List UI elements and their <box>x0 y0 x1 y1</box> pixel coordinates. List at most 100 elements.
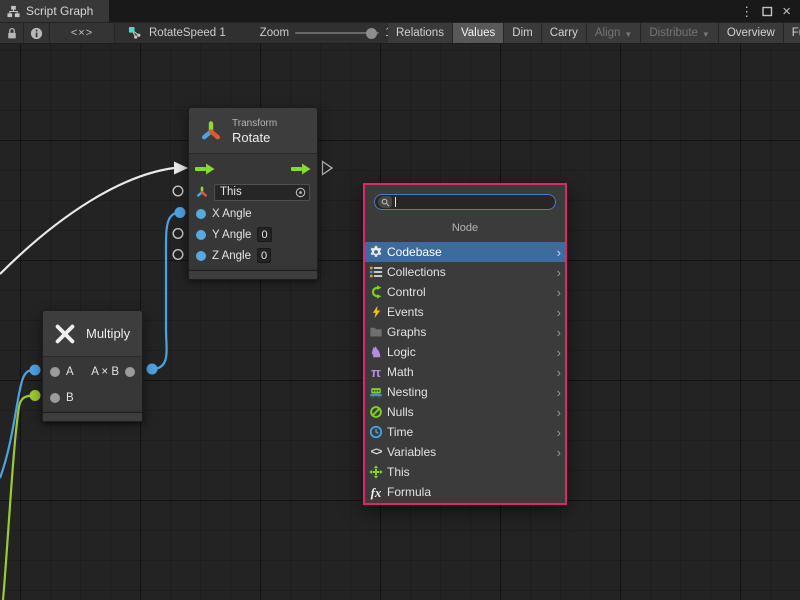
script-graph-icon <box>7 5 20 18</box>
close-icon[interactable]: × <box>782 4 791 19</box>
xangle-type-dot[interactable] <box>196 209 206 219</box>
lock-button[interactable] <box>0 23 24 43</box>
chevron-right-icon: › <box>557 386 561 399</box>
finder-item-events[interactable]: Events› <box>365 302 565 322</box>
code-view-toggle[interactable]: <×> <box>50 23 115 43</box>
multiply-node-header[interactable]: Multiply <box>43 311 142 357</box>
toolbar-button-carry[interactable]: Carry <box>542 23 587 43</box>
finder-item-control[interactable]: Control › <box>365 282 565 302</box>
finder-item-math[interactable]: πMath› <box>365 362 565 382</box>
finder-item-formula[interactable]: fxFormula <box>365 482 565 502</box>
toolbar-button-label: Distribute <box>649 27 698 39</box>
graph-canvas[interactable]: Transform Rotate <box>0 44 800 600</box>
toolbar-button-align[interactable]: Align▼ <box>587 23 642 43</box>
yangle-port-ring[interactable] <box>173 229 183 239</box>
flow-output-triangle[interactable] <box>323 162 333 175</box>
multiply-a-port-connected[interactable] <box>30 365 41 376</box>
xangle-label: X Angle <box>212 208 252 220</box>
toolbar-button-relations[interactable]: Relations <box>388 23 453 43</box>
finder-search-input[interactable] <box>399 196 552 208</box>
rotate-node-header[interactable]: Transform Rotate <box>189 108 317 154</box>
toolbar-button-overview[interactable]: Overview <box>719 23 784 43</box>
zoom-slider-handle[interactable] <box>366 28 377 39</box>
yangle-type-dot[interactable] <box>196 230 206 240</box>
toolbar-button-values[interactable]: Values <box>453 23 504 43</box>
finder-item-nesting[interactable]: Nesting› <box>365 382 565 402</box>
finder-item-label: This <box>387 465 410 479</box>
toolbar-left-group: <×> <box>0 23 115 43</box>
multiply-output-type-dot[interactable] <box>125 367 135 377</box>
transform-mini-icon <box>196 186 208 198</box>
tab-script-graph[interactable]: Script Graph <box>0 0 109 22</box>
transform-axes-icon <box>199 119 223 143</box>
flow-in-arrow-icon[interactable] <box>195 163 215 175</box>
finder-item-collections[interactable]: Collections› <box>365 262 565 282</box>
toolbar-button-distribute[interactable]: Distribute ▼ <box>641 23 719 43</box>
node-multiply[interactable]: Multiply A A × B B <box>42 310 143 418</box>
finder-item-label: Control <box>387 285 426 299</box>
wire-multiply-to-xangle[interactable] <box>152 213 180 370</box>
xangle-port-connected[interactable] <box>175 207 186 218</box>
toolbar-button-dim[interactable]: Dim <box>504 23 541 43</box>
multiply-b-type-dot[interactable] <box>50 393 60 403</box>
chevron-right-icon: › <box>557 326 561 339</box>
unity-visual-scripting-window: Script Graph ⋮ × <box>0 0 800 600</box>
lock-icon <box>6 27 18 40</box>
toolbar-button-label: Dim <box>512 27 532 39</box>
toolbar-button-label: Carry <box>550 27 578 39</box>
finder-search-area <box>365 185 565 210</box>
finder-search-box[interactable] <box>374 194 556 210</box>
finder-item-nulls[interactable]: Nulls› <box>365 402 565 422</box>
toolbar-button-full-screen[interactable]: Full Screen <box>784 23 800 43</box>
multiply-a-type-dot[interactable] <box>50 367 60 377</box>
chevron-right-icon: › <box>557 286 561 299</box>
zoom-control: Zoom 1x <box>260 27 398 39</box>
wire-into-multiply-b[interactable] <box>3 396 35 600</box>
finder-item-graphs[interactable]: Graphs› <box>365 322 565 342</box>
rotate-node-title: Rotate <box>232 130 277 145</box>
rotate-this-row: This <box>189 181 317 203</box>
rotate-input-row-z: Z Angle 0 <box>189 245 317 266</box>
flow-out-arrow-icon[interactable] <box>291 163 311 175</box>
finder-item-variables[interactable]: <>Variables› <box>365 442 565 462</box>
knight-icon: ♞ <box>368 344 384 360</box>
tab-title: Script Graph <box>26 4 93 18</box>
zangle-value-field[interactable]: 0 <box>257 248 271 263</box>
object-picker-icon[interactable] <box>295 187 306 198</box>
finder-item-this[interactable]: This <box>365 462 565 482</box>
search-icon <box>378 196 392 208</box>
gear-icon <box>368 244 384 260</box>
zangle-type-dot[interactable] <box>196 251 206 261</box>
chevron-right-icon: › <box>557 446 561 459</box>
lightning-icon <box>368 304 384 320</box>
chevron-right-icon: › <box>557 266 561 279</box>
finder-item-codebase[interactable]: Codebase› <box>365 242 565 262</box>
chevron-right-icon: › <box>557 366 561 379</box>
collections-icon <box>368 264 384 280</box>
finder-item-label: Logic <box>387 345 416 359</box>
zoom-slider[interactable] <box>295 32 379 34</box>
multiply-b-port-connected[interactable] <box>30 390 41 401</box>
graph-breadcrumb[interactable]: RotateSpeed 1 <box>149 27 226 39</box>
rotate-node-footer <box>188 270 318 280</box>
yangle-value-field[interactable]: 0 <box>257 227 271 242</box>
node-transform-rotate[interactable]: Transform Rotate <box>188 107 318 273</box>
this-field-label: This <box>220 186 242 198</box>
window-menu-icon[interactable]: ⋮ <box>740 5 753 18</box>
chevron-down-icon: ▼ <box>702 30 710 39</box>
wire-flow-into-rotate[interactable] <box>0 168 174 274</box>
zangle-label: Z Angle <box>212 250 251 262</box>
this-target-field[interactable]: This <box>214 184 310 201</box>
finder-category-list: Codebase›Collections› Control › Events›Grap… <box>365 242 565 502</box>
finder-item-logic[interactable]: ♞Logic› <box>365 342 565 362</box>
maximize-icon[interactable] <box>762 6 773 17</box>
finder-item-time[interactable]: Time› <box>365 422 565 442</box>
finder-item-label: Math <box>387 365 414 379</box>
multiply-output-port-connected[interactable] <box>147 364 158 375</box>
null-icon <box>368 404 384 420</box>
info-icon <box>30 27 43 40</box>
wire-into-multiply-a[interactable] <box>0 370 35 478</box>
info-button[interactable] <box>24 23 50 43</box>
this-port-ring[interactable] <box>173 186 183 196</box>
zangle-port-ring[interactable] <box>173 250 183 260</box>
